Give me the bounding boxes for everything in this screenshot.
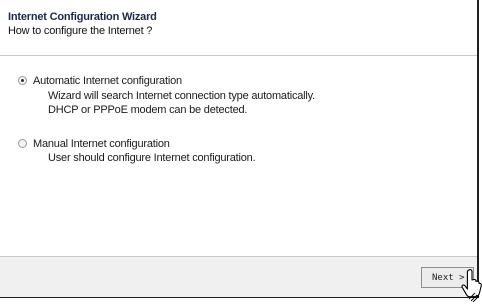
wizard-footer: Next > (0, 256, 477, 297)
wizard-window: Internet Configuration Wizard How to con… (0, 0, 479, 298)
wizard-subtitle: How to configure the Internet ? (8, 25, 153, 37)
automatic-desc-line-1: Wizard will search Internet connection t… (48, 90, 315, 102)
manual-radio[interactable] (18, 139, 27, 148)
automatic-label[interactable]: Automatic Internet configuration (33, 75, 182, 87)
hand-pointer-icon (461, 269, 482, 302)
manual-desc-line-1: User should configure Internet configura… (48, 152, 256, 164)
manual-label[interactable]: Manual Internet configuration (33, 138, 170, 150)
wizard-title: Internet Configuration Wizard (8, 11, 157, 23)
wizard-header: Internet Configuration Wizard How to con… (0, 0, 477, 56)
wizard-content: Automatic Internet configuration Wizard … (0, 56, 477, 256)
automatic-radio[interactable] (18, 76, 27, 85)
automatic-desc-line-2: DHCP or PPPoE modem can be detected. (48, 104, 248, 116)
